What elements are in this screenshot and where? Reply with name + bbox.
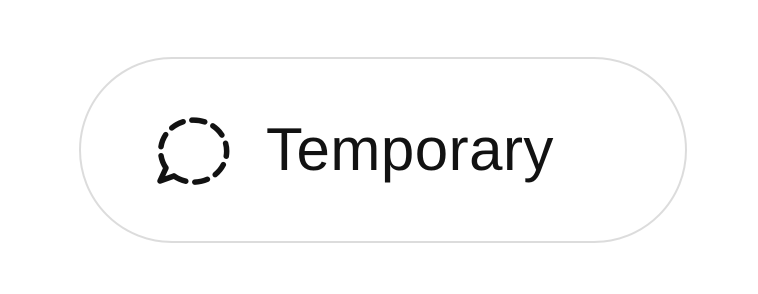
temporary-chat-button[interactable]: Temporary bbox=[79, 57, 687, 243]
button-label: Temporary bbox=[266, 116, 554, 183]
dashed-chat-bubble-icon bbox=[152, 113, 232, 193]
